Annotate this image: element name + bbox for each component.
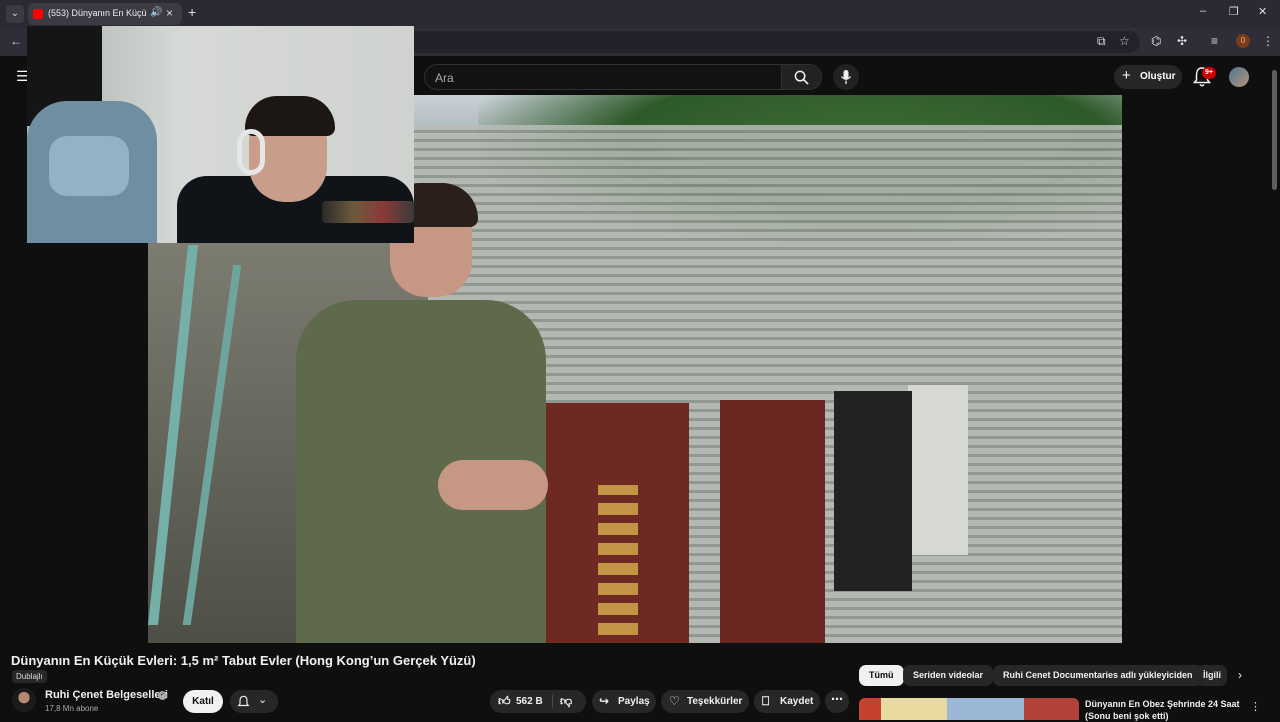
thanks-label: Teşekkürler bbox=[687, 696, 743, 707]
verified-check-icon: ✓ bbox=[158, 691, 167, 700]
webcam-overlay bbox=[27, 26, 414, 243]
install-app-icon[interactable]: ⧉ bbox=[1097, 34, 1106, 49]
bell-icon bbox=[237, 695, 250, 707]
more-horizontal-icon: ⋯ bbox=[831, 692, 843, 706]
audio-playing-icon[interactable]: 🔊 bbox=[150, 7, 162, 18]
chip-series[interactable]: Seriden videolar bbox=[903, 665, 994, 686]
page-scrollbar[interactable] bbox=[1272, 70, 1277, 190]
bookmark-star-icon[interactable]: ☆ bbox=[1119, 34, 1130, 48]
video-red-tombstone-2 bbox=[720, 400, 825, 643]
save-button[interactable]: ⎕ Kaydet bbox=[754, 690, 820, 713]
video-black-tombstone bbox=[834, 391, 912, 591]
video-tombstone-inscription bbox=[598, 485, 638, 635]
channel-name[interactable]: Ruhi Çenet Belgeselleri bbox=[45, 689, 168, 701]
browser-tab-bar: ⌄ (553) Dünyanın En Küçük E 🔊 × + – ❐ ✕ bbox=[0, 0, 1280, 28]
browser-tab-active[interactable]: (553) Dünyanın En Küçük E 🔊 × bbox=[28, 3, 182, 25]
video-presenter-hands bbox=[438, 460, 548, 510]
related-video-title[interactable]: Dünyanın En Obez Şehrinde 24 Saat (Sonu … bbox=[1085, 698, 1265, 722]
share-label: Paylaş bbox=[618, 696, 650, 707]
like-count[interactable]: 562 B bbox=[516, 696, 543, 707]
share-icon: ↪ bbox=[599, 694, 610, 708]
browser-menu-icon[interactable]: ⋮ bbox=[1262, 34, 1274, 48]
thanks-icon: ♡ bbox=[669, 694, 680, 708]
chip-related[interactable]: İlgili bbox=[1197, 665, 1227, 686]
back-arrow-icon[interactable]: ← bbox=[10, 34, 22, 48]
voice-search-button[interactable] bbox=[833, 64, 859, 90]
chevron-down-icon: ⌄ bbox=[258, 694, 268, 706]
profile-badge[interactable]: 0 bbox=[1236, 34, 1250, 48]
webcam-chair-pillow bbox=[49, 136, 129, 196]
notification-count-badge: 9+ bbox=[1202, 67, 1216, 79]
webcam-desk-items bbox=[322, 201, 414, 223]
close-window-button[interactable]: ✕ bbox=[1258, 5, 1267, 18]
chip-uploader[interactable]: Ruhi Cenet Documentaries adlı yükleyicid… bbox=[993, 665, 1203, 686]
chip-all[interactable]: Tümü bbox=[859, 665, 904, 686]
subscription-bell-button[interactable]: ⌄ bbox=[230, 690, 278, 713]
search-icon bbox=[794, 70, 809, 85]
tab-close-icon[interactable]: × bbox=[166, 6, 173, 20]
more-actions-button[interactable]: ⋯ bbox=[825, 690, 849, 713]
extension-glasses-icon[interactable]: ⌬ bbox=[1151, 34, 1161, 48]
minimize-button[interactable]: – bbox=[1200, 5, 1206, 17]
save-label: Kaydet bbox=[780, 696, 814, 707]
video-title: Dünyanın En Küçük Evleri: 1,5 m² Tabut E… bbox=[11, 653, 476, 668]
restore-button[interactable]: ❐ bbox=[1229, 5, 1239, 18]
plus-icon: + bbox=[1122, 67, 1131, 84]
user-avatar[interactable] bbox=[1229, 67, 1249, 87]
subscriber-count: 17,8 Mn abone bbox=[45, 704, 99, 713]
like-dislike-group: 👍︎ 562 B 👎︎ bbox=[490, 690, 586, 713]
related-video-thumbnail[interactable] bbox=[859, 698, 1079, 720]
new-tab-icon[interactable]: + bbox=[188, 4, 196, 20]
more-vertical-icon[interactable]: ⋮ bbox=[1250, 700, 1261, 713]
chevron-right-icon[interactable]: › bbox=[1238, 668, 1242, 682]
dubbed-badge: Dublajlı bbox=[12, 670, 47, 683]
media-controls-icon[interactable]: ≡ bbox=[1211, 34, 1218, 48]
thumbs-up-icon[interactable]: 👍︎ bbox=[498, 694, 511, 709]
youtube-favicon-icon bbox=[33, 9, 43, 19]
mic-icon bbox=[840, 70, 852, 84]
bookmark-icon: ⎕ bbox=[762, 694, 770, 708]
search-button[interactable] bbox=[782, 64, 822, 90]
video-white-tombstone bbox=[908, 385, 968, 555]
share-button[interactable]: ↪ Paylaş bbox=[592, 690, 656, 713]
webcam-streamer-hair bbox=[245, 96, 335, 136]
create-label: Oluştur bbox=[1140, 71, 1176, 82]
join-button[interactable]: Katıl bbox=[183, 690, 223, 713]
extensions-puzzle-icon[interactable]: ✣ bbox=[1177, 34, 1187, 48]
create-button[interactable]: + Oluştur bbox=[1114, 65, 1182, 89]
thanks-button[interactable]: ♡ Teşekkürler bbox=[661, 690, 749, 713]
like-divider bbox=[552, 695, 553, 708]
tab-title: (553) Dünyanın En Küçük E bbox=[48, 8, 146, 18]
thumbs-down-icon[interactable]: 👎︎ bbox=[560, 694, 572, 709]
webcam-headset bbox=[237, 129, 265, 175]
channel-avatar[interactable] bbox=[12, 688, 36, 712]
search-input[interactable]: Ara bbox=[424, 64, 782, 90]
tab-list-button[interactable]: ⌄ bbox=[6, 5, 24, 23]
